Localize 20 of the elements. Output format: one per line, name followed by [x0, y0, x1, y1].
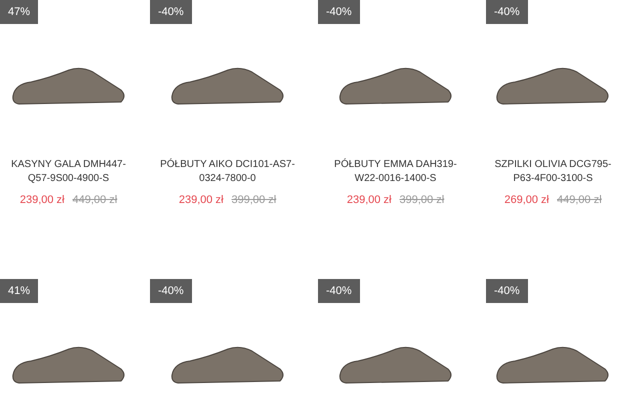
discount-badge: 47% — [0, 0, 38, 24]
sale-price: 239,00 zł — [20, 194, 64, 206]
product-name[interactable]: PÓŁBUTY EMMA DAH319-W22-0016-1400-S — [318, 158, 473, 186]
discount-badge: -40% — [318, 279, 360, 303]
product-name[interactable]: KASYNY GALA DMH447-Q57-9S00-4900-S — [0, 158, 137, 186]
old-price: 449,00 zł — [557, 194, 602, 206]
product-name[interactable]: SZPILKI OLIVIA DCG795-P63-4F00-3100-S — [486, 158, 620, 186]
sale-price: 239,00 zł — [178, 194, 224, 206]
product-name[interactable]: PÓŁBUTY AIKO DCI101-AS7-0324-7800-0 — [150, 158, 305, 186]
discount-badge: -40% — [486, 0, 528, 24]
old-price: 399,00 zł — [400, 194, 444, 206]
old-price: 399,00 zł — [232, 194, 276, 206]
discount-badge: -40% — [318, 0, 360, 24]
discount-badge: 41% — [0, 279, 38, 303]
sale-price: 269,00 zł — [504, 194, 549, 206]
discount-badge: -40% — [150, 279, 192, 303]
sale-price: 239,00 zł — [346, 194, 392, 206]
discount-badge: -40% — [150, 0, 192, 24]
old-price: 449,00 zł — [72, 194, 118, 206]
discount-badge: -40% — [486, 279, 528, 303]
